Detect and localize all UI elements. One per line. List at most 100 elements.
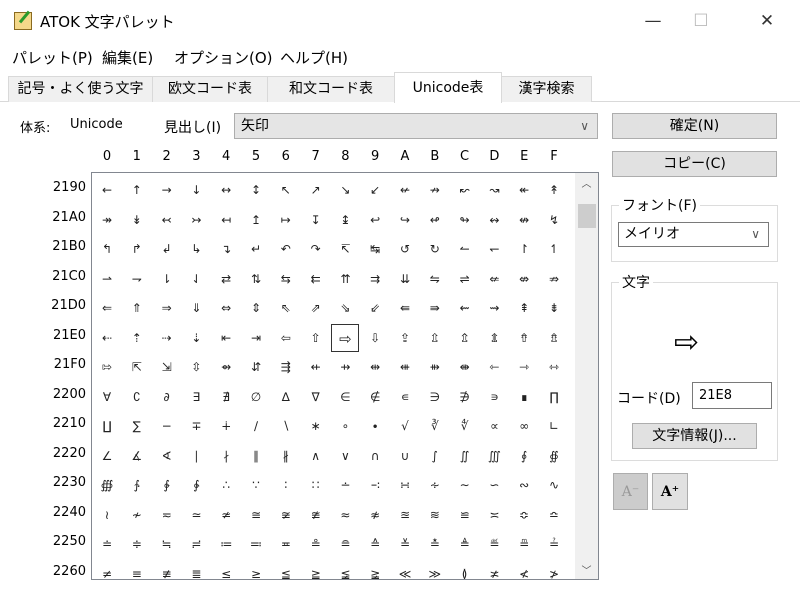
character-cell[interactable]: ∥ [242,442,270,470]
character-cell[interactable]: ≢ [153,560,181,580]
character-cell[interactable]: ↠ [93,206,121,234]
character-cell[interactable]: ↭ [480,206,508,234]
character-cell[interactable]: ↛ [421,176,449,204]
character-cell[interactable]: ∋ [421,383,449,411]
character-cell[interactable]: ⇻ [421,353,449,381]
character-cell[interactable]: ↖ [272,176,300,204]
character-cell[interactable]: ∿ [540,471,568,499]
character-cell[interactable]: ⇔ [212,294,240,322]
character-cell[interactable]: ∳ [182,471,210,499]
character-cell[interactable]: − [153,412,181,440]
character-cell[interactable]: ⇠ [93,324,121,352]
character-cell[interactable]: ∫ [421,442,449,470]
code-input[interactable]: 21E8 [692,382,772,409]
character-cell[interactable]: ⇲ [153,353,181,381]
character-cell[interactable]: ≌ [451,501,479,529]
character-cell[interactable]: ↳ [182,235,210,263]
character-cell[interactable]: ⇹ [361,353,389,381]
character-cell[interactable]: ⇶ [272,353,300,381]
character-cell[interactable]: ↾ [510,235,538,263]
character-cell[interactable]: ↴ [212,235,240,263]
character-cell[interactable]: ≐ [93,530,121,558]
character-cell[interactable]: ↶ [272,235,300,263]
character-cell[interactable]: ≂ [153,501,181,529]
character-cell[interactable]: ⇐ [93,294,121,322]
character-cell[interactable]: ≘ [331,530,359,558]
character-cell[interactable]: ⇱ [123,353,151,381]
character-cell[interactable]: ∯ [540,442,568,470]
character-cell[interactable]: ∓ [182,412,210,440]
character-cell[interactable]: ⇒ [153,294,181,322]
character-cell[interactable]: ∂ [153,383,181,411]
character-cell[interactable]: ⇯ [540,324,568,352]
character-cell[interactable]: ⇜ [451,294,479,322]
maximize-button[interactable]: ☐ [678,6,724,36]
character-cell[interactable]: ⇫ [421,324,449,352]
character-cell[interactable]: ↜ [451,176,479,204]
character-cell[interactable]: ↪ [391,206,419,234]
character-cell[interactable]: ↹ [361,235,389,263]
character-cell[interactable]: ⇞ [510,294,538,322]
character-cell[interactable]: ∲ [153,471,181,499]
character-cell[interactable]: ↝ [480,176,508,204]
character-cell[interactable]: ≄ [212,501,240,529]
character-cell[interactable]: ≒ [153,530,181,558]
character-cell[interactable]: ∊ [391,383,419,411]
increase-size-button[interactable]: A⁺ [652,473,688,510]
menu-palette[interactable]: パレット(P) [12,47,93,68]
character-cell[interactable]: ∈ [331,383,359,411]
character-cell[interactable]: ∵ [242,471,270,499]
character-cell[interactable]: ≟ [540,530,568,558]
character-cell[interactable]: ∤ [212,442,240,470]
menu-help[interactable]: ヘルプ(H) [280,47,348,68]
character-cell[interactable]: ∡ [123,442,151,470]
character-cell[interactable]: ∀ [93,383,121,411]
character-cell[interactable]: ↽ [480,235,508,263]
character-cell[interactable]: ↑ [123,176,151,204]
character-cell[interactable]: ∕ [242,412,270,440]
character-cell[interactable]: ≯ [540,560,568,580]
character-cell[interactable]: ⇛ [421,294,449,322]
character-cell[interactable]: ⇟ [540,294,568,322]
heading-select[interactable]: 矢印 ∨ [234,113,598,139]
copy-button[interactable]: コピー(C) [612,151,777,177]
character-cell[interactable]: ≩ [361,560,389,580]
character-cell[interactable]: ⇏ [540,265,568,293]
character-cell[interactable]: ≈ [331,501,359,529]
character-cell[interactable]: ↡ [123,206,151,234]
character-cell[interactable]: ⇕ [242,294,270,322]
character-cell[interactable]: ↷ [302,235,330,263]
character-cell[interactable]: ∇ [302,383,330,411]
character-cell[interactable]: ↢ [153,206,181,234]
character-cell[interactable]: ≚ [391,530,419,558]
character-cell[interactable]: ≊ [391,501,419,529]
character-cell[interactable]: ≝ [480,530,508,558]
character-cell[interactable]: ↔ [212,176,240,204]
character-cell[interactable]: ∘ [331,412,359,440]
character-cell[interactable]: ⇸ [331,353,359,381]
character-cell[interactable]: ⇄ [212,265,240,293]
confirm-button[interactable]: 確定(N) [612,113,777,139]
character-cell[interactable]: ↕ [242,176,270,204]
character-cell[interactable]: ∭ [480,442,508,470]
character-cell[interactable]: ↩ [361,206,389,234]
character-cell[interactable]: ⇅ [242,265,270,293]
character-cell[interactable]: ≧ [302,560,330,580]
character-cell[interactable]: ∄ [212,383,240,411]
character-cell[interactable]: ≮ [510,560,538,580]
character-cell[interactable]: ⇙ [361,294,389,322]
character-cell[interactable]: ↸ [331,235,359,263]
character-cell[interactable]: ⇍ [480,265,508,293]
character-cell[interactable]: ∐ [93,412,121,440]
character-cell[interactable]: ↣ [182,206,210,234]
character-cell[interactable]: ⇌ [451,265,479,293]
character-cell[interactable]: ∼ [451,471,479,499]
character-cell[interactable]: ↞ [510,176,538,204]
character-cell[interactable]: ∹ [361,471,389,499]
character-cell[interactable]: ≥ [242,560,270,580]
character-cell[interactable]: ⇳ [182,353,210,381]
character-cell[interactable]: ⇈ [331,265,359,293]
character-cell[interactable]: ↬ [451,206,479,234]
character-cell[interactable]: ⇡ [123,324,151,352]
character-cell[interactable]: ↘ [331,176,359,204]
